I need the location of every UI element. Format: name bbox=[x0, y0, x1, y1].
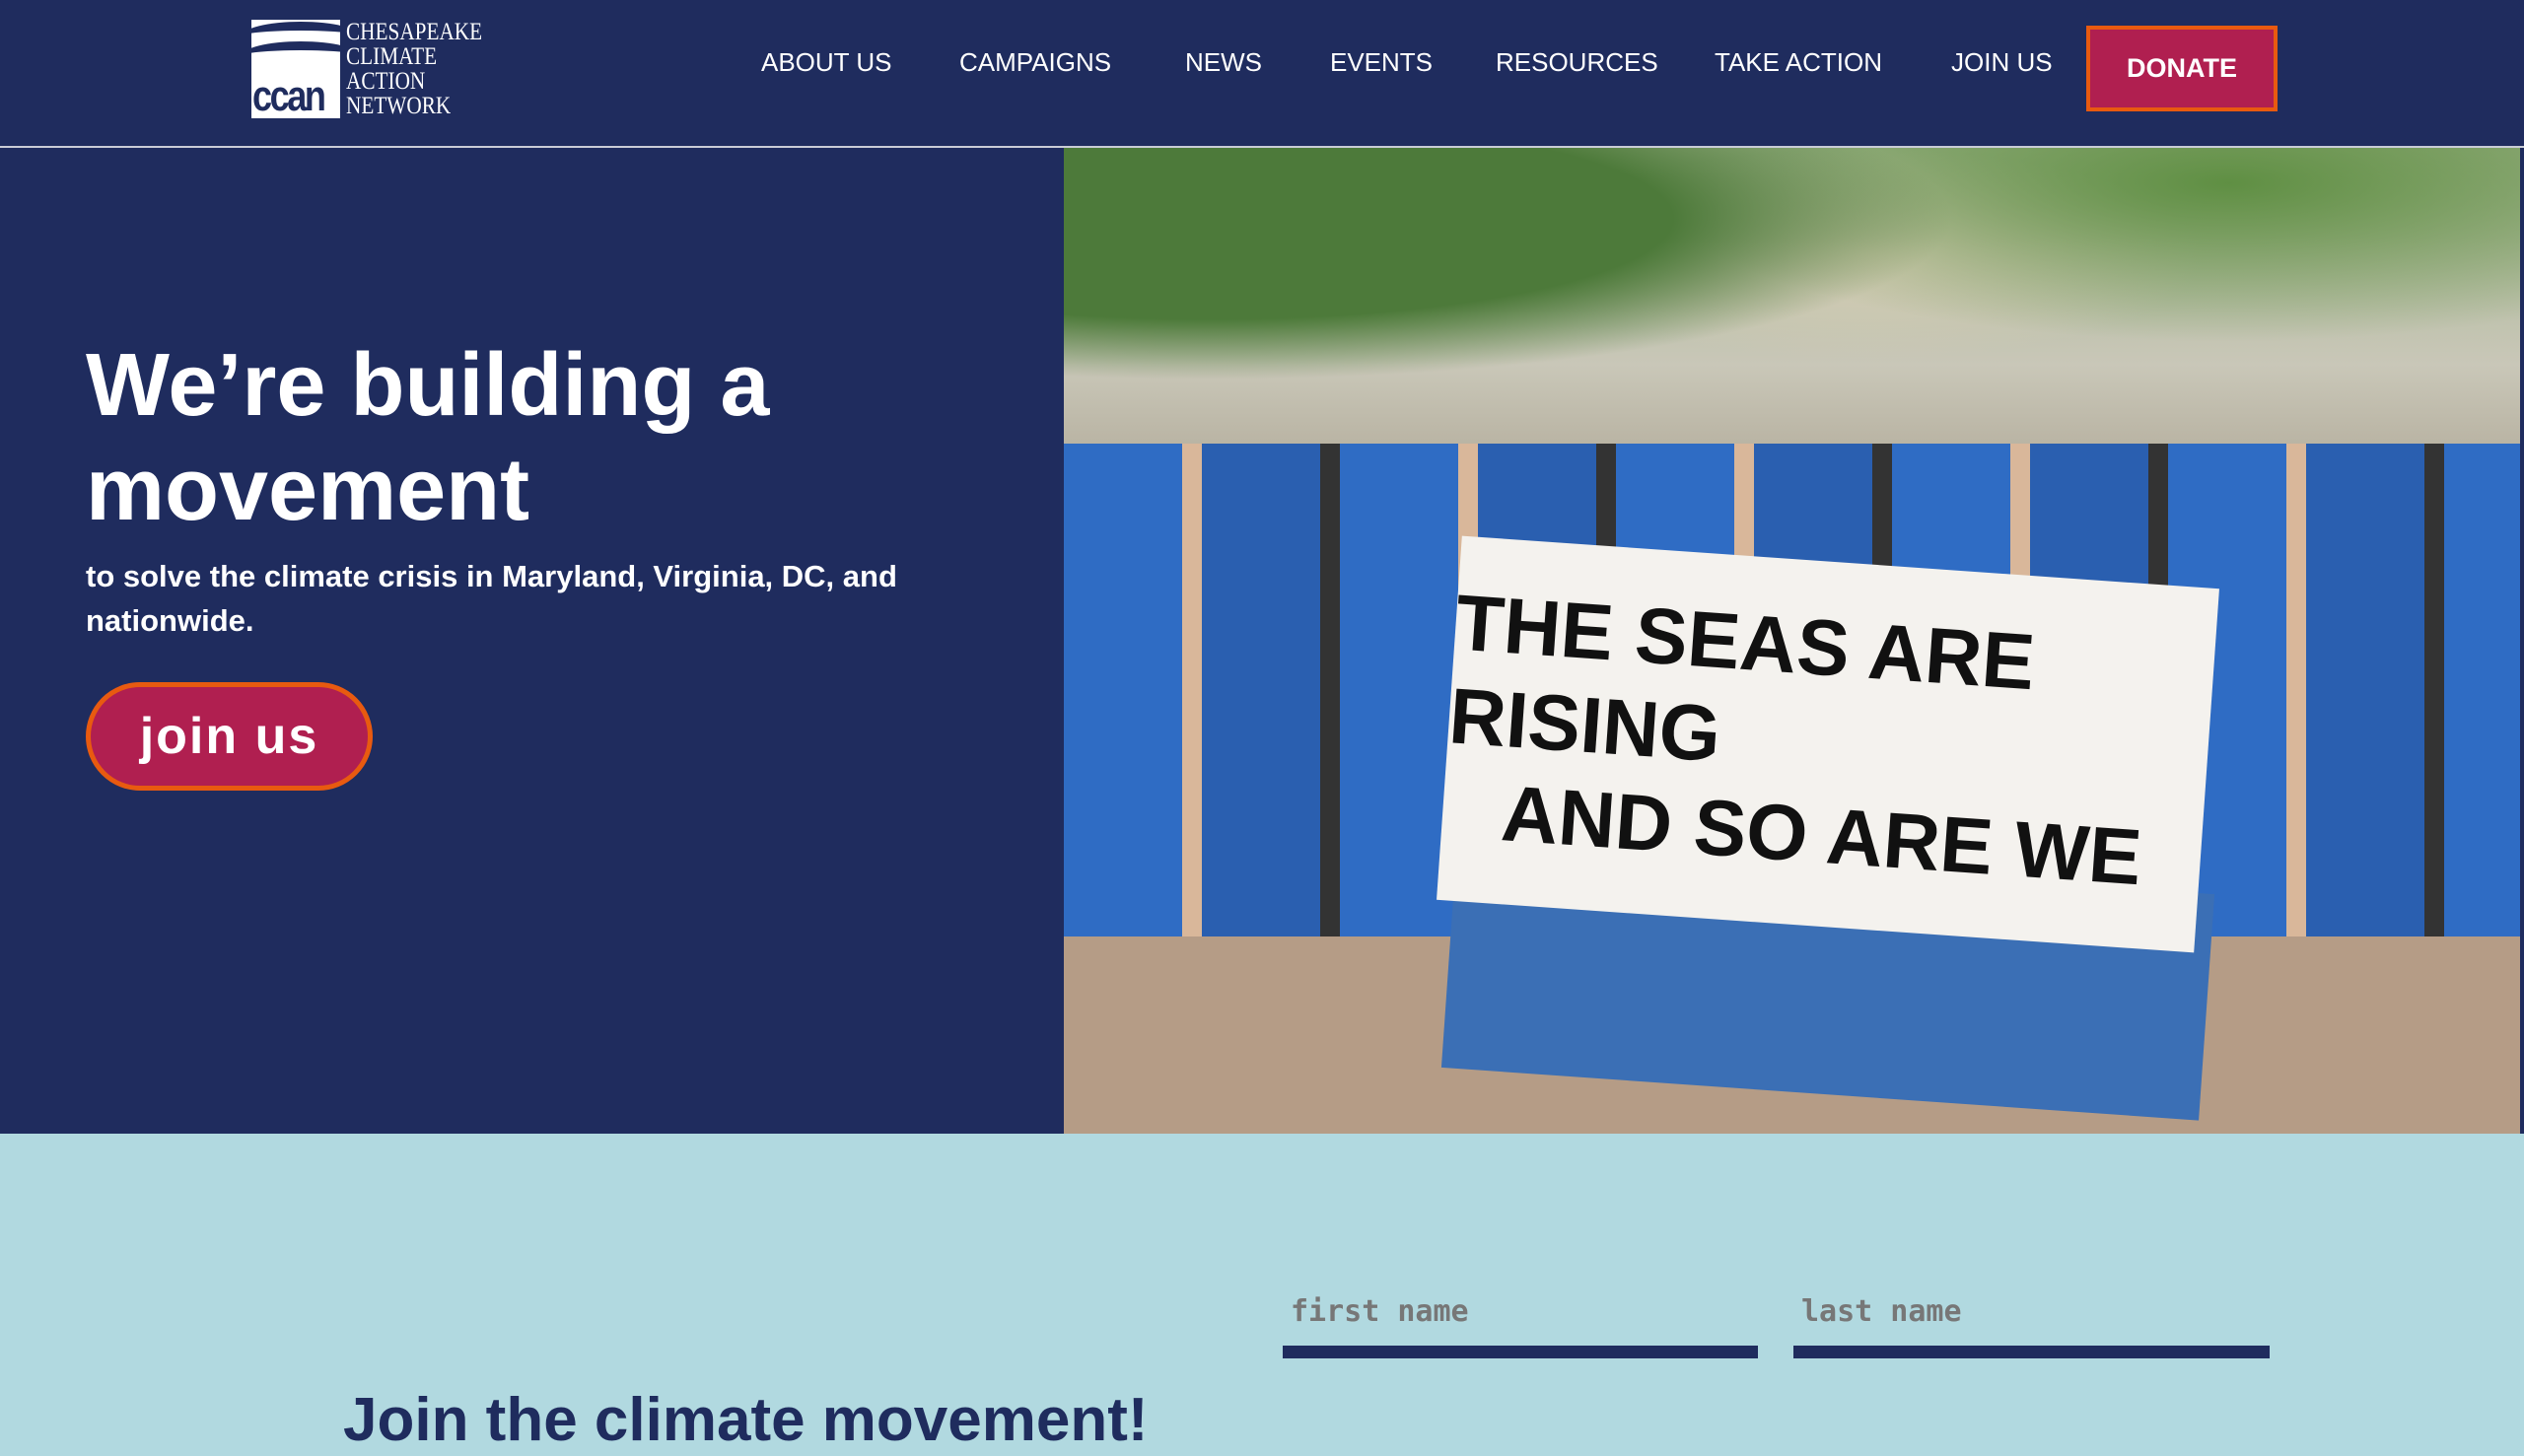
logo-text: CHESAPEAKE CLIMATE ACTION NETWORK bbox=[346, 20, 482, 118]
logo-line: NETWORK bbox=[346, 93, 452, 119]
hero-section: We’re building a movement to solve the c… bbox=[0, 148, 2524, 1134]
last-name-field[interactable] bbox=[1793, 1282, 2270, 1358]
nav-events[interactable]: EVENTS bbox=[1330, 47, 1433, 78]
ccan-logo[interactable]: ccan CHESAPEAKE CLIMATE ACTION NETWORK bbox=[251, 20, 507, 118]
site-header: ccan CHESAPEAKE CLIMATE ACTION NETWORK A… bbox=[0, 0, 2524, 148]
donate-button[interactable]: DONATE bbox=[2086, 26, 2278, 111]
hero-photo-climate-march: THE SEAS ARE RISING AND SO ARE WE bbox=[1064, 148, 2520, 1134]
logo-line: CLIMATE bbox=[346, 43, 438, 70]
nav-join-us[interactable]: JOIN US bbox=[1951, 47, 2053, 78]
nav-news[interactable]: NEWS bbox=[1185, 47, 1262, 78]
nav-take-action[interactable]: TAKE ACTION bbox=[1715, 47, 1882, 78]
join-us-button[interactable]: join us bbox=[86, 682, 373, 791]
last-name-input[interactable] bbox=[1793, 1282, 2270, 1341]
hero-title: We’re building a movement bbox=[86, 336, 770, 539]
nav-about-us[interactable]: ABOUT US bbox=[761, 47, 891, 78]
nav-resources[interactable]: RESOURCES bbox=[1496, 47, 1658, 78]
logo-line: CHESAPEAKE bbox=[346, 19, 483, 45]
nav-campaigns[interactable]: CAMPAIGNS bbox=[959, 47, 1111, 78]
first-name-input[interactable] bbox=[1283, 1282, 1758, 1341]
first-name-field[interactable] bbox=[1283, 1282, 1758, 1358]
hero-subtitle: to solve the climate crisis in Maryland,… bbox=[86, 559, 897, 638]
logo-line: ACTION bbox=[346, 68, 426, 95]
logo-wave-icon: ccan bbox=[251, 20, 340, 118]
logo-abbr: ccan bbox=[252, 72, 326, 118]
photo-banner: THE SEAS ARE RISING AND SO ARE WE bbox=[1437, 535, 2219, 953]
signup-heading: Join the climate movement! bbox=[343, 1386, 1149, 1454]
